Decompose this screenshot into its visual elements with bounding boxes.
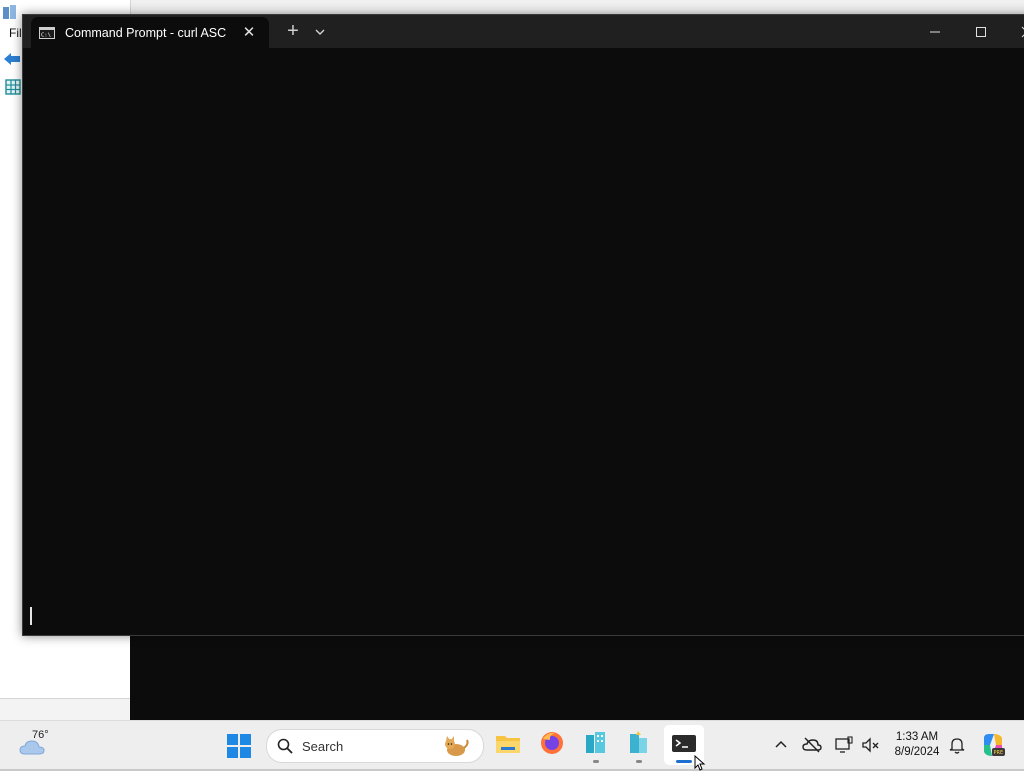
- taskbar-firefox[interactable]: [537, 729, 567, 761]
- minimize-button[interactable]: [923, 21, 947, 43]
- menu-file[interactable]: Fil: [9, 26, 22, 40]
- search-input[interactable]: Search: [266, 729, 484, 763]
- onedrive-offline-icon[interactable]: [802, 735, 822, 755]
- taskbar-building-app-2[interactable]: [624, 729, 654, 763]
- weather-widget[interactable]: 76°: [18, 729, 68, 761]
- running-indicator: [636, 760, 642, 763]
- copilot-icon[interactable]: PRE: [980, 732, 1006, 758]
- system-clock[interactable]: 1:33 AM 8/9/2024: [888, 730, 946, 760]
- svg-text:C:\: C:\: [41, 33, 51, 39]
- chevron-up-icon[interactable]: [771, 735, 791, 755]
- active-indicator: [676, 760, 692, 763]
- notification-bell-icon[interactable]: [947, 735, 967, 755]
- close-tab-button[interactable]: ✕: [239, 23, 259, 43]
- building-app-icon: [586, 732, 605, 753]
- volume-muted-icon[interactable]: [860, 735, 880, 755]
- windows-start-icon[interactable]: [226, 733, 252, 759]
- running-indicator: [593, 760, 599, 763]
- search-icon: [277, 738, 293, 754]
- taskbar: 76° Search 1:33 AM 8/9/2024 PRE: [0, 720, 1024, 769]
- back-arrow-icon[interactable]: [3, 51, 21, 67]
- file-explorer-icon: [496, 736, 520, 753]
- taskbar-building-app[interactable]: [581, 729, 611, 763]
- terminal-window: C:\ Command Prompt - curl ASC ✕ +: [22, 14, 1024, 636]
- taskbar-file-explorer[interactable]: [493, 729, 523, 761]
- tab-command-prompt[interactable]: C:\ Command Prompt - curl ASC ✕: [31, 17, 269, 48]
- new-tab-button[interactable]: +: [281, 21, 305, 43]
- cmd-icon: C:\: [39, 27, 55, 39]
- maximize-button[interactable]: [969, 21, 993, 43]
- clock-time: 1:33 AM: [895, 731, 939, 743]
- search-label: Search: [302, 739, 344, 754]
- app-icon: [3, 5, 16, 19]
- svg-text:PRE: PRE: [994, 750, 1004, 756]
- background-title-bar: [0, 0, 1024, 8]
- background-dark-area: [130, 634, 1024, 720]
- mouse-pointer-icon: [694, 755, 706, 771]
- tab-title: Command Prompt - curl ASC: [65, 26, 227, 40]
- firefox-icon: [541, 732, 563, 754]
- close-window-button[interactable]: [1011, 21, 1024, 43]
- text-cursor: [30, 607, 32, 625]
- clock-date: 8/9/2024: [894, 746, 940, 758]
- network-icon[interactable]: [834, 735, 854, 755]
- terminal-title-bar[interactable]: C:\ Command Prompt - curl ASC ✕ +: [23, 15, 1024, 48]
- chevron-down-icon[interactable]: [311, 23, 329, 41]
- weather-temperature: 76°: [32, 729, 49, 741]
- terminal-icon: [672, 735, 696, 752]
- building-app-2-icon: [630, 731, 647, 753]
- cat-illustration-icon: [445, 736, 469, 756]
- table-icon[interactable]: [5, 79, 21, 95]
- terminal-output[interactable]: [23, 48, 1024, 635]
